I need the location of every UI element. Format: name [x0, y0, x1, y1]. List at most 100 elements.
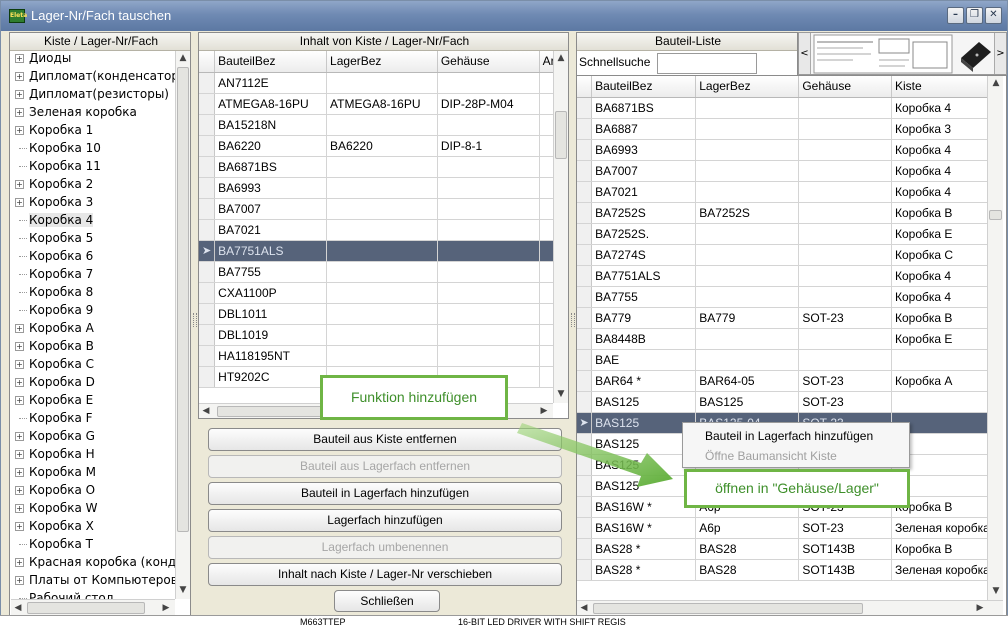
right-hscroll-thumb[interactable] [593, 603, 863, 614]
scroll-left-arrow-icon[interactable]: ◀ [11, 601, 25, 615]
table-cell[interactable]: HA118195NT [214, 345, 328, 367]
table-cell[interactable]: BAS28 [695, 538, 800, 560]
row-indicator[interactable] [199, 303, 216, 325]
row-indicator[interactable] [577, 286, 593, 308]
table-cell[interactable] [798, 349, 892, 371]
table-cell[interactable]: Коробка E [891, 328, 987, 350]
table-cell[interactable]: HT9202C [214, 366, 328, 388]
close-window-button[interactable]: ✕ [985, 7, 1002, 24]
row-indicator[interactable] [199, 366, 216, 388]
column-header[interactable]: BauteilBez [591, 76, 697, 98]
table-cell[interactable] [437, 282, 540, 304]
scroll-left-arrow-icon[interactable]: ◀ [199, 404, 213, 418]
tree-item[interactable]: Коробка 7 [11, 265, 175, 283]
tree-item[interactable]: + Платы от Компьютеров [11, 571, 175, 589]
expand-plus-icon[interactable]: + [15, 450, 24, 459]
table-row[interactable]: BAS28 * BAS28 SOT143B Зеленая коробка [577, 559, 987, 581]
column-header[interactable]: Gehäuse [437, 51, 540, 73]
row-indicator[interactable] [199, 219, 216, 241]
tree-item[interactable]: Коробка F [11, 409, 175, 427]
row-indicator[interactable] [199, 261, 216, 283]
table-row[interactable]: DBL1019 [199, 324, 553, 346]
row-indicator[interactable] [577, 391, 593, 413]
table-cell[interactable]: Коробка 3 [891, 118, 987, 140]
expand-plus-icon[interactable]: + [15, 504, 24, 513]
tree-item[interactable]: + Коробка 1 [11, 121, 175, 139]
table-row[interactable]: BA7007 [199, 198, 553, 220]
table-cell[interactable]: DIP-8-1 [437, 135, 540, 157]
table-cell[interactable] [798, 97, 892, 119]
table-row[interactable]: DBL1011 [199, 303, 553, 325]
expand-plus-icon[interactable]: + [15, 558, 24, 567]
table-row[interactable]: ➤ BA7751ALS [199, 240, 553, 262]
row-indicator[interactable] [199, 324, 216, 346]
table-cell[interactable]: Коробка 4 [891, 181, 987, 203]
table-cell[interactable] [437, 303, 540, 325]
table-cell[interactable]: BA8448B [591, 328, 697, 350]
table-row[interactable]: BA7755 Коробка 4 [577, 286, 987, 308]
table-cell[interactable]: Коробка 4 [891, 139, 987, 161]
table-row[interactable]: BA8448B Коробка E [577, 328, 987, 350]
tree-item[interactable]: + Коробка D [11, 373, 175, 391]
tree-item[interactable]: Коробка 10 [11, 139, 175, 157]
row-indicator[interactable] [577, 223, 593, 245]
scroll-up-arrow-icon[interactable]: ▲ [989, 76, 1003, 90]
table-cell[interactable] [798, 286, 892, 308]
scroll-down-arrow-icon[interactable]: ▼ [554, 387, 568, 401]
tree-item[interactable]: Коробка 8 [11, 283, 175, 301]
table-cell[interactable]: ATMEGA8-16PU [214, 93, 328, 115]
row-indicator[interactable] [577, 328, 593, 350]
table-cell[interactable]: BAS125 [591, 433, 697, 455]
tree-item[interactable]: + Коробка M [11, 463, 175, 481]
scroll-up-arrow-icon[interactable]: ▲ [176, 51, 190, 65]
tree-item[interactable]: + Диоды [11, 49, 175, 67]
table-cell[interactable] [798, 328, 892, 350]
table-cell[interactable] [539, 177, 553, 199]
expand-plus-icon[interactable]: + [15, 360, 24, 369]
table-cell[interactable] [326, 114, 438, 136]
table-cell[interactable] [695, 97, 800, 119]
middle-scroll-thumb[interactable] [555, 111, 567, 159]
tree-item[interactable]: + Коробка A [11, 319, 175, 337]
action-button[interactable]: Bauteil aus Kiste entfernen [208, 428, 562, 451]
table-cell[interactable]: BA6887 [591, 118, 697, 140]
table-cell[interactable] [695, 265, 800, 287]
row-indicator[interactable] [577, 496, 593, 518]
expand-plus-icon[interactable]: + [15, 324, 24, 333]
table-cell[interactable] [539, 282, 553, 304]
row-indicator[interactable] [577, 139, 593, 161]
table-cell[interactable] [798, 202, 892, 224]
table-cell[interactable]: Зеленая коробка [891, 517, 987, 539]
table-cell[interactable]: Зеленая коробка [891, 559, 987, 581]
table-cell[interactable] [798, 160, 892, 182]
row-indicator[interactable] [199, 282, 216, 304]
row-indicator[interactable] [199, 198, 216, 220]
table-cell[interactable]: A6p [695, 517, 800, 539]
table-row[interactable]: BA7021 [199, 219, 553, 241]
table-row[interactable]: BA6993 Коробка 4 [577, 139, 987, 161]
table-cell[interactable] [437, 177, 540, 199]
minimize-button[interactable]: – [947, 7, 964, 24]
tree-item[interactable]: + Дипломат(конденсаторы) [11, 67, 175, 85]
table-cell[interactable] [695, 118, 800, 140]
right-vscrollbar[interactable]: ▲ ▼ [987, 76, 1003, 600]
table-cell[interactable] [437, 345, 540, 367]
table-cell[interactable]: BA6220 [214, 135, 328, 157]
table-cell[interactable]: BA7755 [214, 261, 328, 283]
expand-plus-icon[interactable]: + [15, 432, 24, 441]
expand-plus-icon[interactable]: + [15, 90, 24, 99]
table-cell[interactable]: Коробка 4 [891, 265, 987, 287]
table-cell[interactable] [437, 324, 540, 346]
action-button[interactable]: Lagerfach umbenennen [208, 536, 562, 559]
tree-item[interactable]: + Коробка O [11, 481, 175, 499]
table-row[interactable]: BA6220 BA6220 DIP-8-1 [199, 135, 553, 157]
table-row[interactable]: BA6871BS Коробка 4 [577, 97, 987, 119]
table-cell[interactable]: BA7252S. [591, 223, 697, 245]
table-row[interactable]: BAR64 * BAR64-05 SOT-23 Коробка A [577, 370, 987, 392]
table-cell[interactable] [891, 391, 987, 413]
table-cell[interactable]: Коробка A [891, 370, 987, 392]
table-cell[interactable] [798, 265, 892, 287]
preview-prev-icon[interactable]: < [799, 33, 811, 74]
row-indicator[interactable] [577, 370, 593, 392]
column-header[interactable]: BauteilBez [214, 51, 328, 73]
